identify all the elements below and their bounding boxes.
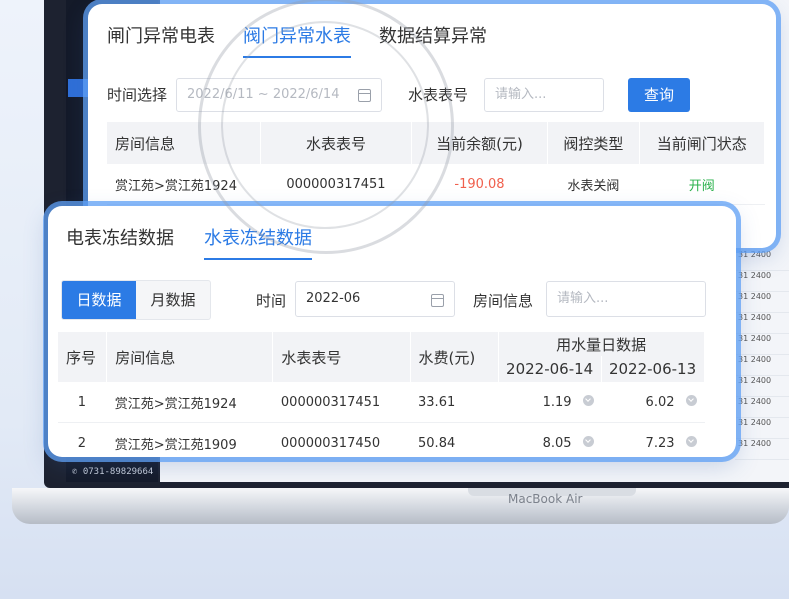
tab-abnormal-electric-meter[interactable]: 闸门异常电表 [107,22,215,58]
tab-abnormal-water-meter[interactable]: 阀门异常水表 [243,22,351,58]
month-data-button[interactable]: 月数据 [136,281,210,319]
col-index: 序号 [58,332,108,382]
frozen-data-tabs: 电表冻结数据 水表冻结数据 [66,224,312,260]
usage-value: 6.02 [645,394,675,410]
abnormal-tabs: 闸门异常电表 阀门异常水表 数据结算异常 [107,22,487,58]
cell-room: 赏江苑>赏江苑1924 [106,382,273,423]
day-data-button[interactable]: 日数据 [62,281,136,319]
grid-cell: 31 2400 [735,334,789,355]
table-row[interactable]: 赏江苑>赏江苑1924 000000317451 -190.08 水表关阀 开阀 [107,164,765,205]
grid-cell: 31 2400 [735,292,789,313]
cell-fee: 50.84 [410,422,499,457]
col-meter: 水表表号 [272,332,411,382]
meter-number-placeholder: 请输入... [495,87,547,102]
cell-index: 1 [58,382,107,423]
time-label: 时间 [256,292,287,310]
laptop-brand: MacBook Air [508,492,583,506]
col-gate-status: 当前闸门状态 [639,122,766,164]
cell-meter: 000000317451 [272,382,411,423]
time-select-label: 时间选择 [107,86,168,104]
cell-valve-type: 水表关阀 [547,164,640,205]
room-info-placeholder: 请输入... [557,291,609,306]
tab-water-frozen-data[interactable]: 水表冻结数据 [204,224,312,260]
cell-meter: 000000317451 [260,164,412,205]
col-room: 房间信息 [107,122,262,164]
phone-number: ✆ 0731-89829664 [72,467,154,477]
cell-fee: 33.61 [410,382,499,423]
cell-meter: 000000317450 [272,422,411,457]
meter-number-label: 水表表号 [408,86,469,104]
query-button[interactable]: 查询 [628,78,690,112]
col-valve-type: 阀控类型 [547,122,640,164]
month-picker[interactable]: 2022-06 [295,281,455,317]
grid-cell: 31 2400 [735,313,789,334]
frozen-data-card: 电表冻结数据 水表冻结数据 日数据 月数据 时间 2022-06 房间信息 请输… [48,206,736,457]
table-row[interactable]: 1 赏江苑>赏江苑1924 000000317451 33.61 1.19 6.… [58,382,705,423]
chevron-down-icon [582,436,594,447]
room-info-input[interactable]: 请输入... [546,281,706,317]
grid-cell: 31 2400 [735,355,789,376]
cell-balance: -190.08 [411,164,548,205]
meter-number-input[interactable]: 请输入... [484,78,604,112]
background-table-column: 31 2400 31 2400 31 2400 31 2400 31 2400 … [735,250,789,460]
grid-cell: 31 2400 [735,271,789,292]
table-header-row: 序号 房间信息 水表表号 水费(元) 用水量日数据 [58,332,705,382]
usage-value: 1.19 [542,394,572,410]
cell-usage-day-2[interactable]: 7.23 [601,422,705,457]
period-toggle: 日数据 月数据 [61,280,211,320]
cell-gate-status: 开阀 [639,164,765,205]
phone-text: 0731-89829664 [82,467,154,477]
col-meter: 水表表号 [260,122,412,164]
cell-index: 2 [58,422,107,457]
col-water-fee: 水费(元) [410,332,500,382]
col-usage-group: 用水量日数据 [498,332,705,356]
grid-cell: 31 2400 [735,397,789,418]
grid-cell: 31 2400 [735,439,789,460]
month-value: 2022-06 [306,291,361,306]
chevron-down-icon [685,395,697,406]
usage-value: 8.05 [542,435,572,451]
cell-usage-day-1[interactable]: 8.05 [498,422,602,457]
table-row[interactable]: 2 赏江苑>赏江苑1909 000000317450 50.84 8.05 7.… [58,422,705,457]
grid-cell: 31 2400 [735,250,789,271]
cell-usage-day-2[interactable]: 6.02 [601,382,705,423]
laptop-base [12,488,789,524]
calendar-icon [431,294,444,307]
cell-usage-day-1[interactable]: 1.19 [498,382,602,423]
date-range-picker[interactable]: 2022/6/11 ~ 2022/6/14 [176,78,382,112]
col-date-1: 2022-06-14 [498,356,603,382]
col-date-2: 2022-06-13 [601,356,705,382]
abnormal-water-meter-table: 房间信息 水表表号 当前余额(元) 阀控类型 当前闸门状态 赏江苑>赏江苑192… [107,122,766,205]
col-balance: 当前余额(元) [411,122,549,164]
cell-room: 赏江苑>赏江苑1909 [106,422,273,457]
chevron-down-icon [582,395,594,406]
col-room: 房间信息 [106,332,274,382]
water-frozen-data-table: 序号 房间信息 水表表号 水费(元) 用水量日数据 2022-06-14 202… [58,332,705,457]
table-header-row: 房间信息 水表表号 当前余额(元) 阀控类型 当前闸门状态 [107,122,766,164]
calendar-icon [358,89,371,102]
room-info-label: 房间信息 [473,292,534,310]
grid-cell: 31 2400 [735,376,789,397]
tab-settlement-abnormal[interactable]: 数据结算异常 [379,22,487,58]
chevron-down-icon [685,436,697,447]
grid-cell: 31 2400 [735,418,789,439]
cell-room: 赏江苑>赏江苑1924 [107,164,261,205]
date-range-value: 2022/6/11 ~ 2022/6/14 [187,87,340,102]
usage-value: 7.23 [645,435,675,451]
tab-electric-frozen-data[interactable]: 电表冻结数据 [66,224,174,260]
